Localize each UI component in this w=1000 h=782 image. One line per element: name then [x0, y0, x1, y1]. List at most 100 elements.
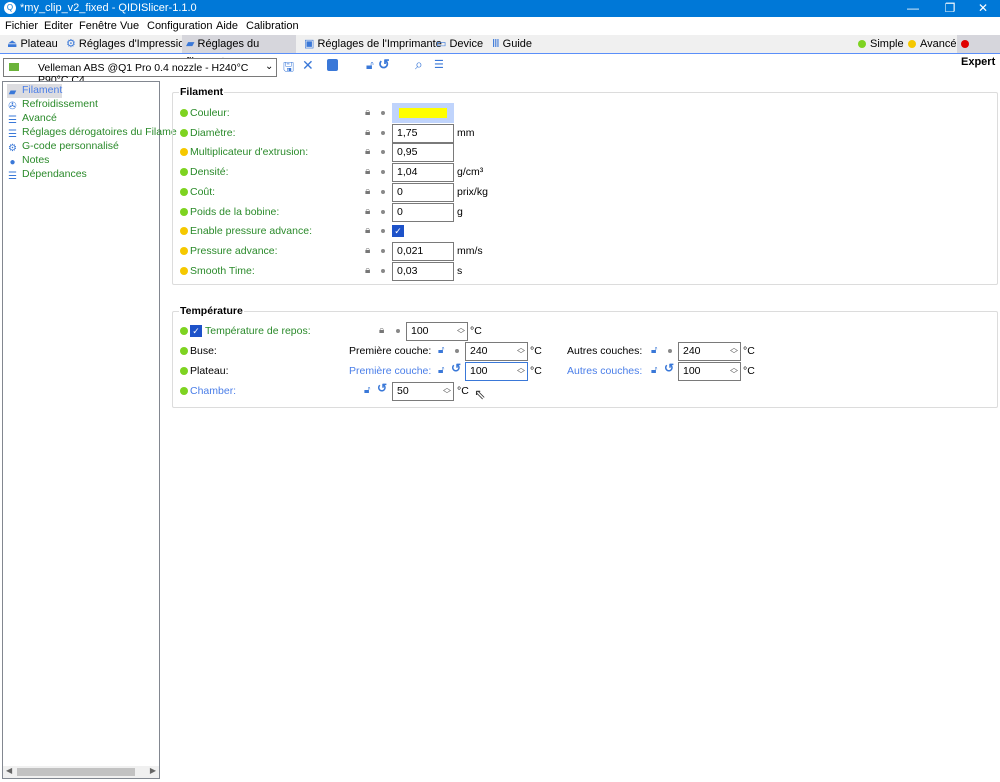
- preset-dropdown[interactable]: Velleman ABS @Q1 Pro 0.4 nozzle - H240°C…: [3, 58, 277, 86]
- search-icon[interactable]: ⌕: [415, 56, 423, 73]
- scrollbar-thumb[interactable]: [17, 768, 135, 776]
- menu-calibration[interactable]: Calibration: [246, 20, 299, 32]
- nozzle-other-layers-input[interactable]: 240 ︿ ﹀: [678, 342, 741, 361]
- field-input[interactable]: 0: [392, 182, 454, 202]
- color-picker-button[interactable]: [392, 103, 454, 123]
- field-input[interactable]: 0: [392, 202, 454, 222]
- chamber-temp-input[interactable]: 50 ︿ ﹀: [392, 382, 454, 401]
- scroll-right-icon[interactable]: ▶: [150, 766, 156, 775]
- mode-expert[interactable]: Expert: [957, 35, 1000, 68]
- sidebar-item-overrides[interactable]: ☰ Réglages dérogatoires du Filame: [7, 126, 177, 140]
- field-input[interactable]: 1,04: [392, 163, 454, 183]
- nozzle-label: Buse:: [190, 345, 217, 357]
- sidebar-item-filament[interactable]: ▰ Filament: [7, 84, 63, 98]
- bed-other-layers-label: Autres couches:: [567, 365, 643, 377]
- value: 0,03: [397, 264, 418, 277]
- save-preset-icon[interactable]: 🖫: [283, 58, 294, 80]
- color-swatch: [399, 108, 447, 118]
- mode-dot-icon: [180, 109, 188, 117]
- gear-icon: ⚙: [8, 143, 17, 154]
- field-input[interactable]: 0,95: [392, 143, 454, 163]
- spinner-icon[interactable]: ︿ ﹀: [730, 364, 738, 379]
- horizontal-scrollbar[interactable]: ◀ ▶: [3, 766, 159, 778]
- undo-icon[interactable]: ↺: [377, 381, 387, 395]
- unit-label: mm: [457, 126, 475, 139]
- settings-list-icon[interactable]: ☰: [434, 58, 444, 71]
- tab-printer-settings[interactable]: ▣ Réglages de l'Imprimante: [300, 35, 442, 53]
- spinner-icon[interactable]: ︿ ﹀: [730, 344, 738, 359]
- filament-group: Filament: [172, 86, 998, 285]
- mode-advanced[interactable]: Avancé: [908, 35, 957, 53]
- lock-icon: 🔒︎: [365, 225, 371, 237]
- device-icon: ▭: [436, 38, 450, 50]
- menu-configuration[interactable]: Configuration: [147, 20, 212, 32]
- menu-fenetre[interactable]: Fenêtre: [79, 20, 117, 32]
- unit-label: s: [457, 264, 463, 277]
- sidebar-item-advanced[interactable]: ☰ Avancé: [7, 112, 57, 126]
- spinner-icon[interactable]: ︿ ﹀: [517, 364, 525, 379]
- standby-temp-checkbox[interactable]: ✓: [190, 325, 202, 337]
- unit-label: °C: [530, 365, 542, 377]
- sidebar-item-dependencies[interactable]: ☰ Dépendances: [7, 168, 87, 182]
- scroll-left-icon[interactable]: ◀: [6, 766, 12, 775]
- bullet-icon: [396, 329, 400, 333]
- tab-print-settings[interactable]: ⚙ Réglages d'Impression: [62, 35, 190, 53]
- undo-icon[interactable]: ↺: [451, 361, 461, 375]
- spinner-icon[interactable]: ︿ ﹀: [457, 324, 465, 339]
- menu-bar: Fichier Editer Fenêtre Vue Configuration…: [0, 17, 1000, 35]
- pressure-advance-checkbox[interactable]: ✓: [392, 225, 404, 238]
- value: 1,75: [397, 126, 418, 139]
- bullet-icon: [381, 130, 385, 135]
- tab-filament-settings[interactable]: ▰ Réglages du filament: [182, 35, 296, 68]
- sidebar-item-cooling[interactable]: ✇ Refroidissement: [7, 98, 98, 112]
- tab-plateau[interactable]: ⏏ Plateau: [3, 35, 58, 53]
- sidebar-item-notes[interactable]: ● Notes: [7, 154, 49, 168]
- sidebar: ▰ Filament ✇ Refroidissement ☰ Avancé ☰ Régl…: [2, 81, 177, 779]
- unit-label: °C: [743, 365, 755, 377]
- unlock-icon: 🔓︎: [651, 345, 658, 356]
- unit-label: mm/s: [457, 244, 483, 257]
- mode-dot-icon: [180, 367, 188, 375]
- lock-icon: 🔒︎: [365, 126, 371, 138]
- undo-icon[interactable]: ↺: [664, 361, 674, 375]
- unit-label: °C: [457, 385, 469, 397]
- minimize-button[interactable]: —: [896, 0, 930, 17]
- close-button[interactable]: ✕: [966, 0, 1000, 17]
- nozzle-first-layer-input[interactable]: 240 ︿ ﹀: [465, 342, 528, 361]
- field-input[interactable]: 0,021: [392, 241, 454, 261]
- menu-aide[interactable]: Aide: [216, 20, 238, 32]
- tab-device[interactable]: ▭ Device: [432, 35, 483, 53]
- unlock-icon[interactable]: 🔓︎: [366, 58, 374, 73]
- chevron-down-icon: ⌄: [265, 61, 274, 72]
- field-input[interactable]: 0,03: [392, 261, 454, 281]
- standby-temp-input[interactable]: 100 ︿ ﹀: [406, 322, 468, 341]
- delete-preset-icon[interactable]: ✕: [302, 57, 314, 74]
- menu-editer[interactable]: Editer: [44, 20, 73, 32]
- field-input[interactable]: 1,75: [392, 123, 454, 143]
- tab-guide[interactable]: Ⅲ Guide: [488, 35, 532, 53]
- undo-icon[interactable]: ↺: [378, 56, 390, 73]
- menu-vue[interactable]: Vue: [120, 20, 139, 32]
- sidebar-item-gcode[interactable]: ⚙ G-code personnalisé: [7, 140, 119, 154]
- value: 240: [470, 345, 488, 357]
- bed-first-layer-label: Première couche:: [349, 365, 432, 377]
- bed-other-layers-input[interactable]: 100 ︿ ﹀: [678, 362, 741, 381]
- unlock-icon: 🔓︎: [438, 365, 445, 376]
- bed-first-layer-input[interactable]: 100 ︿ ﹀: [465, 362, 528, 381]
- unlock-icon: 🔓︎: [438, 345, 445, 356]
- value: 100: [411, 325, 429, 337]
- gear-icon: ⚙: [66, 38, 79, 50]
- menu-fichier[interactable]: Fichier: [5, 20, 38, 32]
- compare-presets-icon[interactable]: [327, 59, 338, 71]
- unit-label: °C: [530, 345, 542, 357]
- maximize-button[interactable]: ❐: [933, 0, 967, 17]
- lock-icon: 🔒︎: [365, 146, 371, 158]
- mode-simple[interactable]: Simple: [858, 35, 904, 53]
- spinner-icon[interactable]: ︿ ﹀: [517, 344, 525, 359]
- filament-icon: ▰: [8, 87, 17, 98]
- mode-dot-icon: [180, 327, 188, 335]
- simple-dot-icon: [858, 40, 866, 48]
- lock-icon: 🔒︎: [365, 205, 371, 217]
- filament-icon: ▰: [186, 38, 198, 50]
- spinner-icon[interactable]: ︿ ﹀: [443, 384, 451, 399]
